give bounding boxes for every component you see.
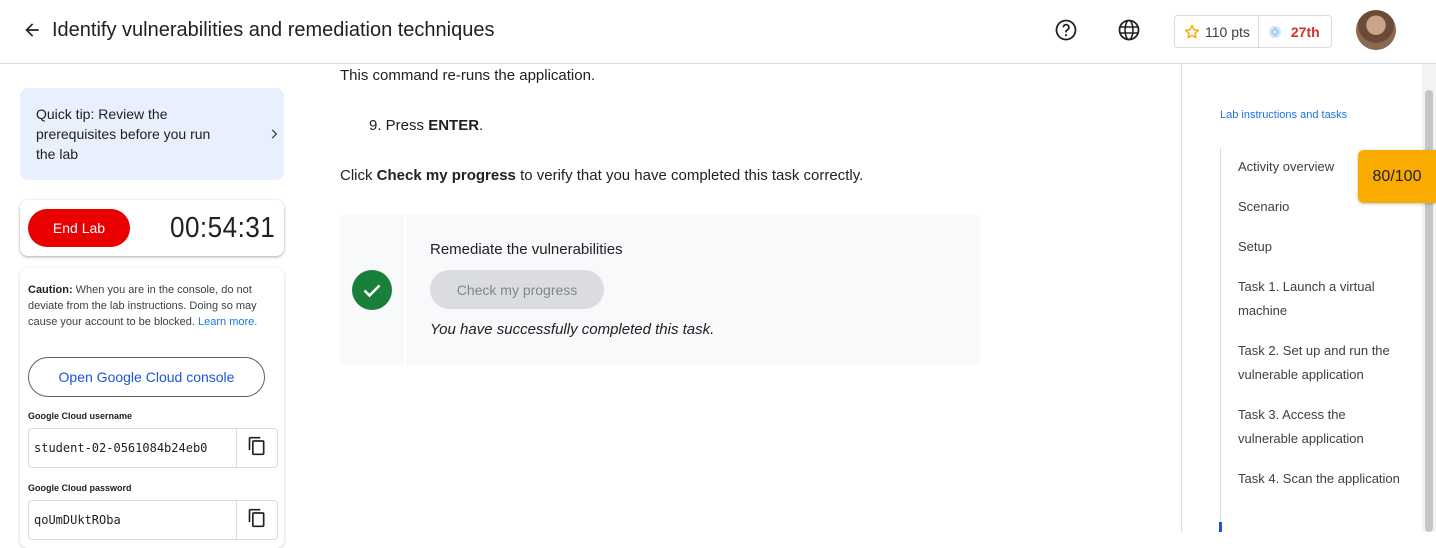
chevron-right-icon [264, 124, 284, 144]
toc-rail [1220, 148, 1221, 532]
check-instruction-suffix: to verify that you have completed this t… [515, 167, 864, 184]
step-text: 9. Press [369, 117, 429, 134]
step-item: 9. Press ENTER. [369, 117, 483, 134]
quick-tip-card[interactable]: Quick tip: Review the prerequisites befo… [20, 88, 284, 180]
password-field: qoUmDUktROba [28, 500, 278, 540]
caution-message: Caution: When you are in the console, do… [28, 282, 278, 330]
gem-icon [1267, 24, 1283, 40]
lab-timer: 00:54:31 [170, 212, 276, 244]
check-success-message: You have successfully completed this tas… [430, 321, 715, 338]
globe-icon [1117, 18, 1141, 47]
copy-icon [247, 436, 267, 461]
toc-item-task-3[interactable]: Task 3. Access the vulnerable applicatio… [1238, 403, 1408, 451]
score-summary[interactable]: 110 pts 27th [1174, 15, 1332, 48]
password-label: Google Cloud password [28, 483, 132, 493]
copy-icon [247, 508, 267, 533]
step-end: . [479, 117, 484, 134]
caution-title: Caution: [28, 284, 73, 296]
check-title: Remediate the vulnerabilities [430, 241, 623, 258]
toc-item-task-1[interactable]: Task 1. Launch a virtual machine [1238, 275, 1408, 323]
open-console-button[interactable]: Open Google Cloud console [28, 357, 265, 397]
check-progress-button[interactable]: Check my progress [430, 270, 604, 309]
step-key: ENTER [428, 117, 480, 134]
username-value[interactable]: student-02-0561084b24eb0 [29, 429, 236, 467]
points-badge: 110 pts [1175, 16, 1259, 47]
toc-item-task-4[interactable]: Task 4. Scan the application [1238, 467, 1408, 491]
progress-check-card: Remediate the vulnerabilities Check my p… [340, 214, 980, 365]
password-value[interactable]: qoUmDUktROba [29, 501, 236, 539]
copy-username-button[interactable] [236, 429, 277, 467]
top-bar: Identify vulnerabilities and remediation… [0, 0, 1436, 64]
check-instruction-prefix: Click [340, 167, 377, 184]
points-value: 110 pts [1205, 23, 1250, 40]
lab-timer-card: End Lab 00:54:31 [20, 200, 284, 256]
star-icon [1184, 24, 1200, 40]
credentials-card: Caution: When you are in the console, do… [20, 268, 284, 548]
help-button[interactable] [1052, 18, 1080, 46]
back-button[interactable] [18, 18, 46, 46]
help-icon [1054, 18, 1078, 47]
checkmark-icon [352, 270, 392, 310]
rank-value: 27th [1290, 23, 1320, 40]
username-label: Google Cloud username [28, 411, 133, 421]
copy-password-button[interactable] [236, 501, 277, 539]
toc-item-task-2[interactable]: Task 2. Set up and run the vulnerable ap… [1238, 339, 1408, 387]
toc-active-indicator [1219, 522, 1222, 532]
panel-divider [1181, 64, 1182, 532]
toc-item-setup[interactable]: Setup [1238, 235, 1408, 259]
learn-more-link[interactable]: Learn more. [198, 316, 257, 328]
check-instruction-bold: Check my progress [376, 167, 516, 184]
end-lab-button[interactable]: End Lab [28, 209, 130, 247]
rerun-text: This command re-runs the application. [340, 67, 596, 84]
check-instruction: Click Check my progress to verify that y… [340, 167, 863, 184]
lab-score-badge: 80/100 [1358, 150, 1436, 203]
toc-heading[interactable]: Lab instructions and tasks [1220, 109, 1347, 121]
avatar[interactable] [1356, 10, 1396, 50]
arrow-back-icon [22, 20, 42, 45]
rank-badge: 27th [1259, 16, 1328, 47]
username-field: student-02-0561084b24eb0 [28, 428, 278, 468]
card-divider [404, 214, 406, 365]
page-title: Identify vulnerabilities and remediation… [52, 19, 495, 41]
language-button[interactable] [1115, 18, 1143, 46]
quick-tip-text: Quick tip: Review the prerequisites befo… [36, 106, 211, 162]
